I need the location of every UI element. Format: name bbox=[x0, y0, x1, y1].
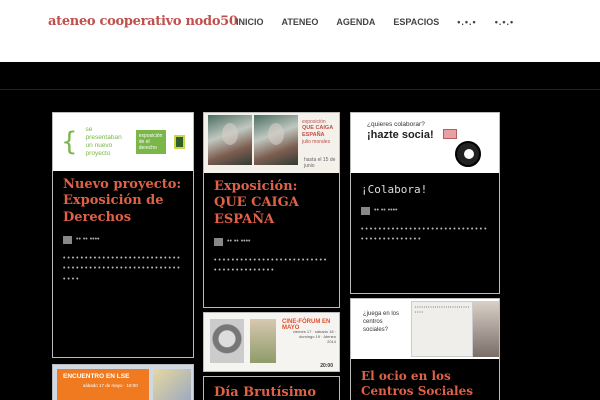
partner-logo-icon bbox=[173, 135, 185, 149]
post-date: •• •• •••• bbox=[227, 238, 251, 246]
post-card[interactable]: ¿juega en los centros sociales? • • • • … bbox=[350, 298, 500, 400]
post-card[interactable]: ¿quieres colaborar? ¡hazte socia! ¡Colab… bbox=[350, 112, 500, 294]
post-thumbnail[interactable]: CINE-FÓRUM EN MAYO viernes 17 · sábado 1… bbox=[204, 313, 339, 371]
main-nav: INICIO ATENEO AGENDA ESPACIOS •.•.• •.•.… bbox=[236, 17, 514, 27]
illustration-image bbox=[153, 369, 191, 400]
nav-item-agenda[interactable]: AGENDA bbox=[336, 17, 375, 27]
post-thumbnail[interactable]: ENCUENTRO EN LSE sábado 17 de mayo · 18:… bbox=[53, 365, 193, 400]
post-card[interactable]: { se presentaban un nuevo proyecto expos… bbox=[52, 112, 194, 358]
document-image: • • • • • • • • • • • • • • • • • • • • … bbox=[411, 301, 473, 357]
post-thumbnail[interactable]: ¿quieres colaborar? ¡hazte socia! bbox=[351, 113, 499, 173]
poster-image bbox=[208, 115, 252, 165]
post-title[interactable]: Nuevo proyecto: Exposición de Derechos bbox=[63, 177, 183, 226]
avatar bbox=[455, 141, 481, 167]
thumbnail-caption: se presentaban un nuevo proyecto bbox=[85, 126, 122, 157]
poster-author: julio morales bbox=[302, 139, 331, 145]
thumbnail-question: ¿juega en los centros sociales? bbox=[363, 311, 400, 333]
post-excerpt: • • • • • • • • • • • • • • • • • • • • … bbox=[63, 254, 180, 283]
film-still-image bbox=[250, 319, 276, 363]
post-meta: •• •• •••• bbox=[63, 235, 183, 244]
brace-open-icon: { bbox=[61, 127, 78, 157]
poster-headline: QUE CAIGA ESPAÑA bbox=[302, 125, 333, 139]
post-card[interactable]: Día Brutísimo bbox=[203, 376, 340, 400]
thumbnail-time: 20:00 bbox=[320, 363, 333, 369]
post-thumbnail[interactable]: { se presentaban un nuevo proyecto expos… bbox=[53, 113, 193, 171]
post-title[interactable]: El ocio en los Centros Sociales bbox=[361, 369, 489, 399]
post-meta: •• •• •••• bbox=[214, 237, 329, 246]
post-card[interactable]: ENCUENTRO EN LSE sábado 17 de mayo · 18:… bbox=[52, 364, 194, 400]
poster-text: exposición QUE CAIGA ESPAÑA julio morale… bbox=[302, 119, 339, 145]
thumbnail-info: viernes 17 · sábado 18 · domingo 19 · At… bbox=[292, 329, 336, 345]
post-card[interactable]: CINE-FÓRUM EN MAYO viernes 17 · sábado 1… bbox=[203, 312, 340, 372]
nav-item-ateneo[interactable]: ATENEO bbox=[282, 17, 319, 27]
posts-grid: { se presentaban un nuevo proyecto expos… bbox=[0, 90, 600, 400]
poster-small-label: exposición bbox=[302, 119, 326, 125]
post-thumbnail[interactable]: exposición QUE CAIGA ESPAÑA julio morale… bbox=[204, 113, 339, 173]
header-band bbox=[0, 62, 600, 90]
thumbnail-badge: exposición de el derecho bbox=[135, 130, 166, 154]
site-logo[interactable]: ateneo cooperativo nodo50 bbox=[48, 14, 238, 29]
post-meta: •• •• •••• bbox=[361, 206, 489, 215]
calendar-icon bbox=[214, 237, 223, 246]
thumbnail-info: sábado 17 de mayo · 18:00 bbox=[83, 383, 138, 388]
calendar-icon bbox=[63, 235, 72, 244]
member-card-icon bbox=[443, 129, 457, 139]
post-thumbnail[interactable]: ¿juega en los centros sociales? • • • • … bbox=[351, 299, 499, 359]
post-title[interactable]: Exposición: QUE CAIGA ESPAÑA bbox=[214, 179, 329, 228]
nav-item-espacios[interactable]: ESPACIOS bbox=[393, 17, 439, 27]
poster-image bbox=[254, 115, 298, 165]
thumbnail-cta: ¡hazte socia! bbox=[367, 129, 434, 141]
post-title[interactable]: ¡Colabora! bbox=[361, 183, 489, 197]
calendar-icon bbox=[361, 206, 370, 215]
nav-item-6[interactable]: •.•.• bbox=[495, 17, 514, 27]
thumbnail-question: ¿quieres colaborar? bbox=[367, 121, 425, 128]
poster-until: hasta el 15 de junio bbox=[304, 157, 336, 169]
person-photo bbox=[473, 301, 499, 357]
header: ateneo cooperativo nodo50 INICIO ATENEO … bbox=[0, 0, 600, 62]
post-card[interactable]: exposición QUE CAIGA ESPAÑA julio morale… bbox=[203, 112, 340, 308]
post-date: •• •• •••• bbox=[374, 207, 398, 215]
nav-item-inicio[interactable]: INICIO bbox=[236, 17, 264, 27]
post-excerpt: • • • • • • • • • • • • • • • • • • • • … bbox=[214, 256, 327, 275]
post-date: •• •• •••• bbox=[76, 236, 100, 244]
post-title[interactable]: Día Brutísimo bbox=[214, 385, 329, 400]
film-reel-image bbox=[210, 319, 244, 363]
nav-item-5[interactable]: •.•.• bbox=[457, 17, 476, 27]
post-excerpt: • • • • • • • • • • • • • • • • • • • • … bbox=[361, 225, 487, 244]
thumbnail-heading: ENCUENTRO EN LSE bbox=[63, 373, 130, 380]
